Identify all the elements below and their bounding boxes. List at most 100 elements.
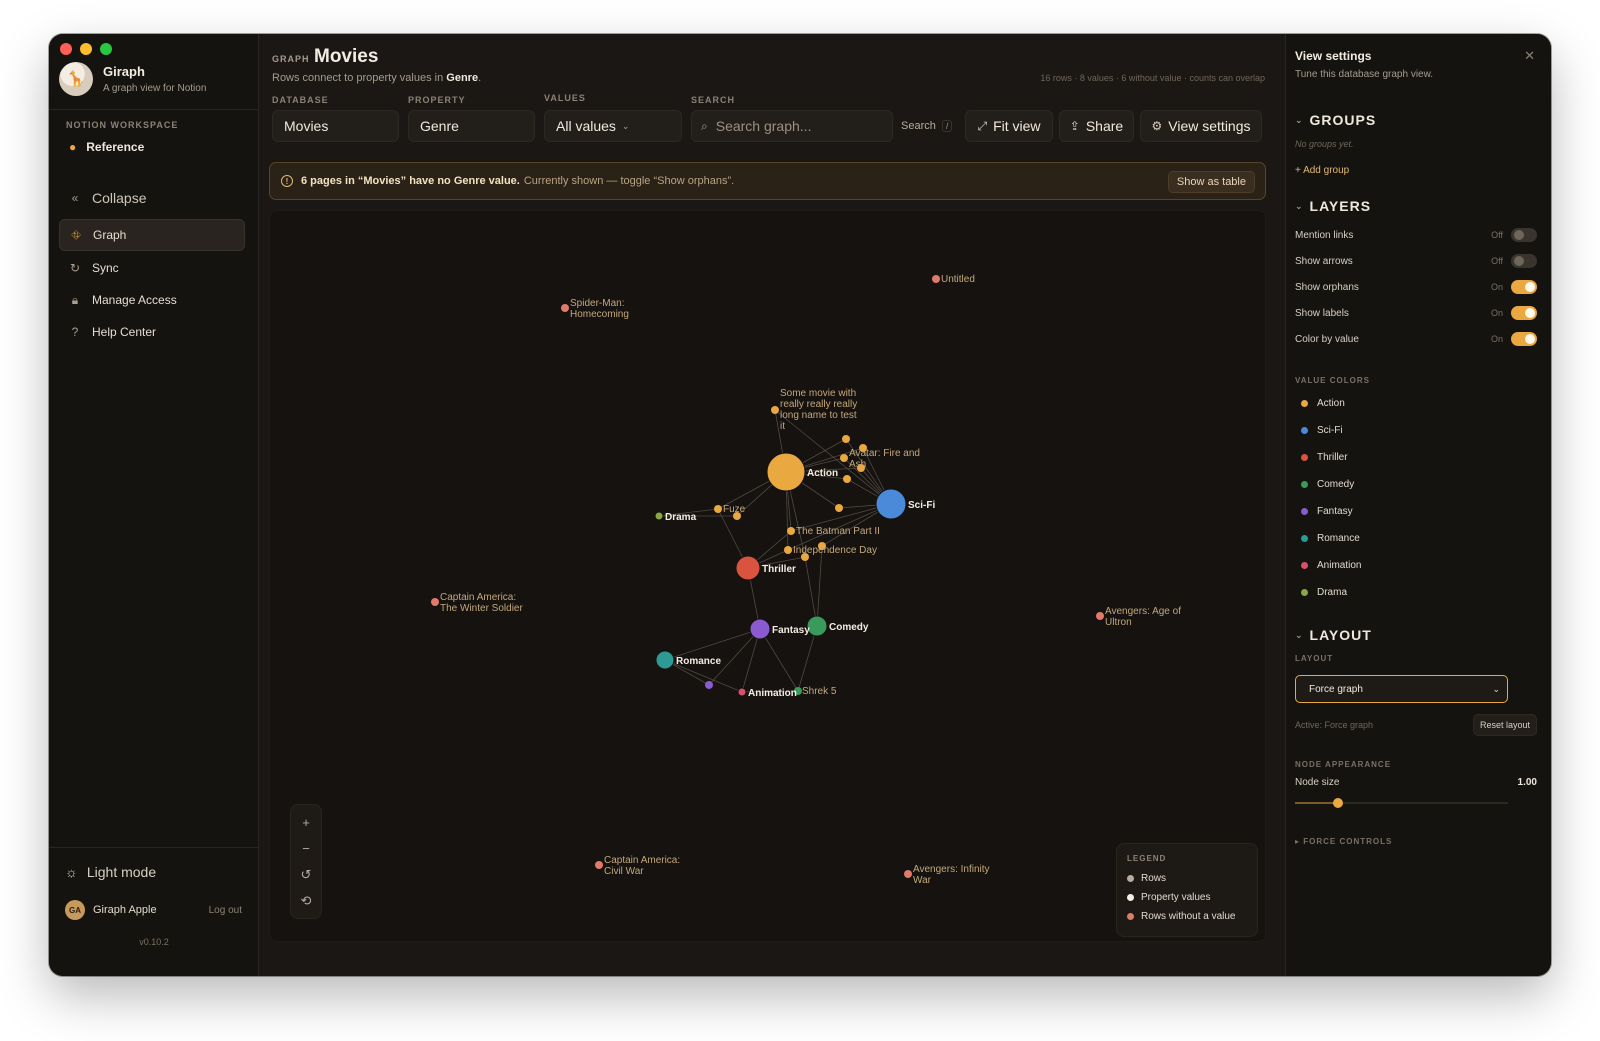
- hub-node-thriller: [735, 555, 761, 581]
- collapse-button[interactable]: « Collapse: [59, 182, 245, 214]
- layer-label: Mention links: [1295, 229, 1354, 241]
- reset-layout-button[interactable]: Reset layout: [1472, 714, 1537, 736]
- share-icon: ⇪: [1069, 119, 1080, 133]
- groups-section-toggle[interactable]: ⌄ GROUPS: [1295, 112, 1376, 128]
- value-color-thriller[interactable]: Thriller: [1301, 452, 1348, 463]
- property-select[interactable]: Genre: [408, 110, 535, 142]
- user-name: Giraph Apple: [93, 904, 157, 916]
- show-orphans-toggle[interactable]: [1511, 280, 1537, 294]
- layer-show-labels: Show labels On: [1295, 304, 1537, 322]
- row-node: [705, 681, 713, 689]
- chevron-down-icon: ⌄: [1295, 200, 1304, 211]
- fit-view-button[interactable]: ⤢ Fit view: [965, 110, 1053, 142]
- graph-svg[interactable]: Some movie with really really really long …: [270, 211, 1266, 942]
- value-color-action[interactable]: Action: [1301, 398, 1345, 409]
- main-area: GRAPH Movies Rows connect to property va…: [260, 34, 1285, 976]
- layout-title: LAYOUT: [1309, 627, 1372, 643]
- sidebar-item-graph[interactable]: ⛗ Graph: [59, 219, 245, 251]
- color-swatch: [1301, 454, 1308, 461]
- node-size-row: Node size 1.00: [1295, 777, 1537, 788]
- zoom-in-icon[interactable]: +: [302, 816, 310, 829]
- history-icon[interactable]: ⟲: [301, 894, 312, 907]
- reset-view-icon[interactable]: ↺: [301, 868, 312, 881]
- show-labels-toggle[interactable]: [1511, 306, 1537, 320]
- giraffe-logo-icon: 🦒: [59, 62, 93, 96]
- slider-fill: [1295, 802, 1338, 804]
- legend-dot: [1127, 894, 1134, 901]
- close-icon[interactable]: ✕: [1524, 48, 1535, 64]
- graph-canvas[interactable]: Some movie with really really really long …: [269, 210, 1266, 942]
- database-select[interactable]: Movies: [272, 110, 399, 142]
- value-color-sci-fi[interactable]: Sci-Fi: [1301, 425, 1343, 436]
- orphan-label: Untitled: [941, 274, 975, 285]
- logout-link[interactable]: Log out: [209, 905, 242, 916]
- view-settings-button[interactable]: ⚙ View settings: [1140, 110, 1262, 142]
- color-by-value-toggle[interactable]: [1511, 332, 1537, 346]
- legend-title: LEGEND: [1127, 854, 1167, 863]
- show-as-table-button[interactable]: Show as table: [1167, 171, 1255, 193]
- add-group-button[interactable]: + Add group: [1295, 165, 1349, 176]
- row-node: [771, 406, 779, 414]
- value-color-drama[interactable]: Drama: [1301, 587, 1347, 598]
- chevron-down-icon: ⌄: [621, 120, 630, 131]
- sidebar-item-label: Sync: [92, 261, 119, 275]
- search-shortcut: /: [941, 120, 953, 132]
- user-row: GA Giraph Apple Log out: [65, 900, 242, 920]
- hub-label: Fantasy: [772, 625, 810, 636]
- orphan-label: Spider-Man: Homecoming: [570, 298, 629, 320]
- view-settings-panel: View settings Tune this database graph v…: [1285, 34, 1551, 976]
- node-size-value: 1.00: [1517, 777, 1537, 788]
- force-controls-toggle[interactable]: ▸ FORCE CONTROLS: [1295, 837, 1392, 846]
- value-color-label: Animation: [1317, 560, 1362, 571]
- hub-label: Comedy: [829, 622, 869, 633]
- panel-title: View settings: [1295, 49, 1372, 63]
- legend-item-property-values: Property values: [1127, 888, 1257, 907]
- node-appearance-label: NODE APPEARANCE: [1295, 760, 1392, 769]
- share-button[interactable]: ⇪ Share: [1059, 110, 1134, 142]
- values-select[interactable]: All values ⌄: [544, 110, 682, 142]
- value-color-label: Sci-Fi: [1317, 425, 1343, 436]
- close-window-button[interactable]: [60, 43, 72, 55]
- zoom-out-icon[interactable]: −: [302, 842, 310, 855]
- hub-node-drama: [654, 511, 664, 521]
- node-size-label: Node size: [1295, 777, 1340, 788]
- layout-section-toggle[interactable]: ⌄ LAYOUT: [1295, 627, 1372, 643]
- slider-handle[interactable]: [1332, 798, 1343, 808]
- light-mode-toggle[interactable]: ☼ Light mode: [65, 864, 156, 880]
- chevron-down-icon: ⌄: [1295, 629, 1304, 640]
- search-button[interactable]: Search /: [901, 120, 953, 132]
- hub-node-fantasy: [749, 618, 771, 640]
- search-input[interactable]: ⌕ Search graph...: [691, 110, 893, 142]
- layout-select[interactable]: Force graph ⌄: [1295, 675, 1508, 703]
- legend-dot: [1127, 913, 1134, 920]
- value-color-comedy[interactable]: Comedy: [1301, 479, 1354, 490]
- layer-state: On: [1490, 334, 1503, 344]
- banner-count-text: 6 pages in “Movies” have no Genre value.: [301, 175, 520, 187]
- minimize-window-button[interactable]: [80, 43, 92, 55]
- workspace-item-reference[interactable]: ● Reference: [69, 140, 144, 154]
- mention-links-toggle[interactable]: [1511, 228, 1537, 242]
- hub-node-romance: [655, 650, 675, 670]
- gear-icon: ⚙: [1151, 119, 1163, 133]
- layout-value: Force graph: [1309, 683, 1363, 695]
- value-color-fantasy[interactable]: Fantasy: [1301, 506, 1353, 517]
- missing-values-banner: ! 6 pages in “Movies” have no Genre valu…: [269, 162, 1266, 200]
- graph-edge: [804, 556, 818, 627]
- value-color-romance[interactable]: Romance: [1301, 533, 1360, 544]
- hub-label: Action: [807, 468, 838, 479]
- row-label: Fuze: [723, 504, 746, 515]
- sidebar-item-help-center[interactable]: ? Help Center: [59, 316, 245, 348]
- layer-state: Off: [1491, 230, 1503, 240]
- zoom-window-button[interactable]: [100, 43, 112, 55]
- no-groups-text: No groups yet.: [1295, 139, 1354, 149]
- panel-subtitle: Tune this database graph view.: [1295, 69, 1434, 80]
- orphan-label: Captain America: Civil War: [604, 855, 680, 877]
- layers-section-toggle[interactable]: ⌄ LAYERS: [1295, 198, 1371, 214]
- light-mode-label: Light mode: [86, 864, 157, 880]
- sidebar-item-sync[interactable]: ↻ Sync: [59, 252, 245, 284]
- show-arrows-toggle[interactable]: [1511, 254, 1537, 268]
- chevron-down-icon: ⌄: [1295, 114, 1304, 125]
- sidebar-item-manage-access[interactable]: 🔒︎ Manage Access: [59, 284, 245, 316]
- node-size-slider[interactable]: [1295, 798, 1508, 808]
- value-color-animation[interactable]: Animation: [1301, 560, 1361, 571]
